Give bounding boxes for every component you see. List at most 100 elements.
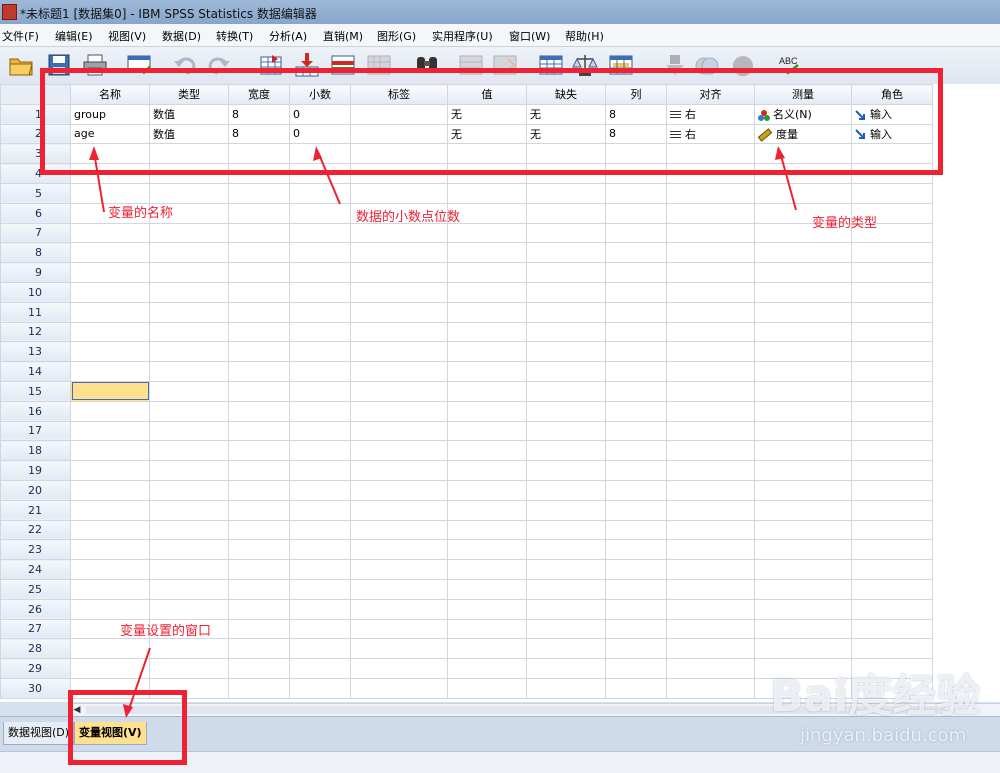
grid-cell[interactable] bbox=[447, 499, 527, 521]
row-number[interactable]: 16 bbox=[0, 400, 71, 422]
col-header-values[interactable]: 值 bbox=[447, 84, 527, 105]
row-number[interactable]: 21 bbox=[0, 499, 71, 521]
grid-cell[interactable] bbox=[526, 222, 606, 244]
use-sets-icon[interactable] bbox=[694, 53, 720, 77]
grid-cell[interactable] bbox=[149, 578, 229, 600]
grid-cell[interactable] bbox=[149, 341, 229, 363]
grid-cell[interactable] bbox=[350, 400, 448, 422]
grid-cell[interactable] bbox=[754, 460, 852, 481]
grid-cell[interactable] bbox=[666, 638, 755, 660]
grid-cell[interactable] bbox=[228, 242, 290, 264]
grid-cell[interactable] bbox=[666, 301, 755, 323]
grid-cell[interactable] bbox=[526, 143, 606, 165]
row-number[interactable]: 30 bbox=[0, 677, 71, 699]
grid-cell[interactable] bbox=[289, 281, 351, 303]
grid-cell[interactable] bbox=[289, 222, 351, 244]
tab-data-view[interactable]: 数据视图(D) bbox=[3, 722, 75, 745]
grid-cell[interactable] bbox=[228, 143, 290, 165]
grid-cell[interactable] bbox=[666, 460, 755, 481]
grid-cell[interactable] bbox=[149, 440, 229, 462]
grid-cell[interactable] bbox=[447, 341, 527, 363]
grid-cell[interactable] bbox=[350, 361, 448, 382]
row-number[interactable]: 28 bbox=[0, 638, 71, 660]
grid-cell[interactable] bbox=[70, 499, 150, 521]
grid-cell[interactable] bbox=[228, 440, 290, 462]
grid-cell[interactable] bbox=[526, 400, 606, 422]
grid-cell[interactable] bbox=[289, 460, 351, 481]
grid-cell[interactable] bbox=[754, 479, 852, 501]
grid-cell[interactable] bbox=[754, 559, 852, 580]
col-header-align[interactable]: 对齐 bbox=[666, 84, 755, 105]
grid-cell[interactable] bbox=[350, 539, 448, 561]
grid-cell[interactable] bbox=[526, 499, 606, 521]
grid-cell[interactable] bbox=[350, 677, 448, 699]
grid-cell[interactable] bbox=[70, 539, 150, 561]
grid-cell[interactable] bbox=[70, 460, 150, 481]
grid-cell[interactable] bbox=[149, 143, 229, 165]
row-number[interactable]: 25 bbox=[0, 578, 71, 600]
grid-cell[interactable] bbox=[350, 618, 448, 640]
grid-cell[interactable] bbox=[666, 143, 755, 165]
grid-cell[interactable] bbox=[289, 499, 351, 521]
grid-cell[interactable] bbox=[149, 163, 229, 184]
goto-case-icon[interactable] bbox=[258, 53, 284, 77]
grid-cell[interactable] bbox=[447, 539, 527, 561]
grid-cell[interactable] bbox=[149, 281, 229, 303]
cell-role[interactable]: 输入 bbox=[851, 103, 933, 125]
grid-cell[interactable] bbox=[149, 460, 229, 481]
grid-cell[interactable] bbox=[350, 281, 448, 303]
grid-cell[interactable] bbox=[350, 598, 448, 620]
row-number[interactable]: 23 bbox=[0, 539, 71, 561]
grid-cell[interactable] bbox=[526, 301, 606, 323]
grid-cell[interactable] bbox=[149, 677, 229, 699]
grid-cell[interactable] bbox=[70, 321, 150, 343]
row-number[interactable]: 3 bbox=[0, 143, 71, 165]
grid-cell[interactable] bbox=[754, 539, 852, 561]
row-number[interactable]: 29 bbox=[0, 658, 71, 679]
menu-window[interactable]: 窗口(W) bbox=[509, 28, 550, 44]
grid-cell[interactable] bbox=[350, 143, 448, 165]
cell-values[interactable]: 无 bbox=[447, 103, 527, 125]
grid-cell[interactable] bbox=[350, 420, 448, 442]
grid-cell[interactable] bbox=[605, 618, 667, 640]
grid-corner[interactable] bbox=[0, 84, 71, 105]
grid-cell[interactable] bbox=[447, 301, 527, 323]
grid-cell[interactable] bbox=[851, 281, 933, 303]
selected-cell[interactable] bbox=[70, 380, 150, 402]
find-icon[interactable] bbox=[414, 53, 440, 77]
cell-values[interactable]: 无 bbox=[447, 123, 527, 145]
grid-cell[interactable] bbox=[228, 202, 290, 224]
grid-cell[interactable] bbox=[666, 182, 755, 204]
grid-cell[interactable] bbox=[605, 242, 667, 264]
cell-name[interactable]: group bbox=[70, 103, 150, 125]
grid-cell[interactable] bbox=[289, 262, 351, 283]
grid-cell[interactable] bbox=[666, 618, 755, 640]
weight-cases-icon[interactable] bbox=[572, 53, 598, 77]
grid-cell[interactable] bbox=[70, 182, 150, 204]
grid-cell[interactable] bbox=[149, 361, 229, 382]
grid-cell[interactable] bbox=[447, 281, 527, 303]
grid-cell[interactable] bbox=[605, 321, 667, 343]
grid-cell[interactable] bbox=[754, 578, 852, 600]
grid-cell[interactable] bbox=[851, 578, 933, 600]
grid-cell[interactable] bbox=[605, 420, 667, 442]
grid-cell[interactable] bbox=[289, 301, 351, 323]
grid-cell[interactable] bbox=[350, 222, 448, 244]
grid-cell[interactable] bbox=[605, 658, 667, 679]
grid-cell[interactable] bbox=[149, 658, 229, 679]
grid-cell[interactable] bbox=[149, 222, 229, 244]
grid-cell[interactable] bbox=[605, 222, 667, 244]
grid-cell[interactable] bbox=[228, 341, 290, 363]
cell-label[interactable] bbox=[350, 103, 448, 125]
grid-cell[interactable] bbox=[526, 460, 606, 481]
grid-cell[interactable] bbox=[851, 539, 933, 561]
grid-cell[interactable] bbox=[526, 519, 606, 541]
row-number[interactable]: 26 bbox=[0, 598, 71, 620]
run-descriptives-icon[interactable] bbox=[366, 53, 392, 77]
row-number[interactable]: 14 bbox=[0, 361, 71, 382]
grid-cell[interactable] bbox=[754, 163, 852, 184]
grid-cell[interactable] bbox=[228, 182, 290, 204]
row-number[interactable]: 11 bbox=[0, 301, 71, 323]
grid-cell[interactable] bbox=[605, 677, 667, 699]
grid-cell[interactable] bbox=[447, 598, 527, 620]
